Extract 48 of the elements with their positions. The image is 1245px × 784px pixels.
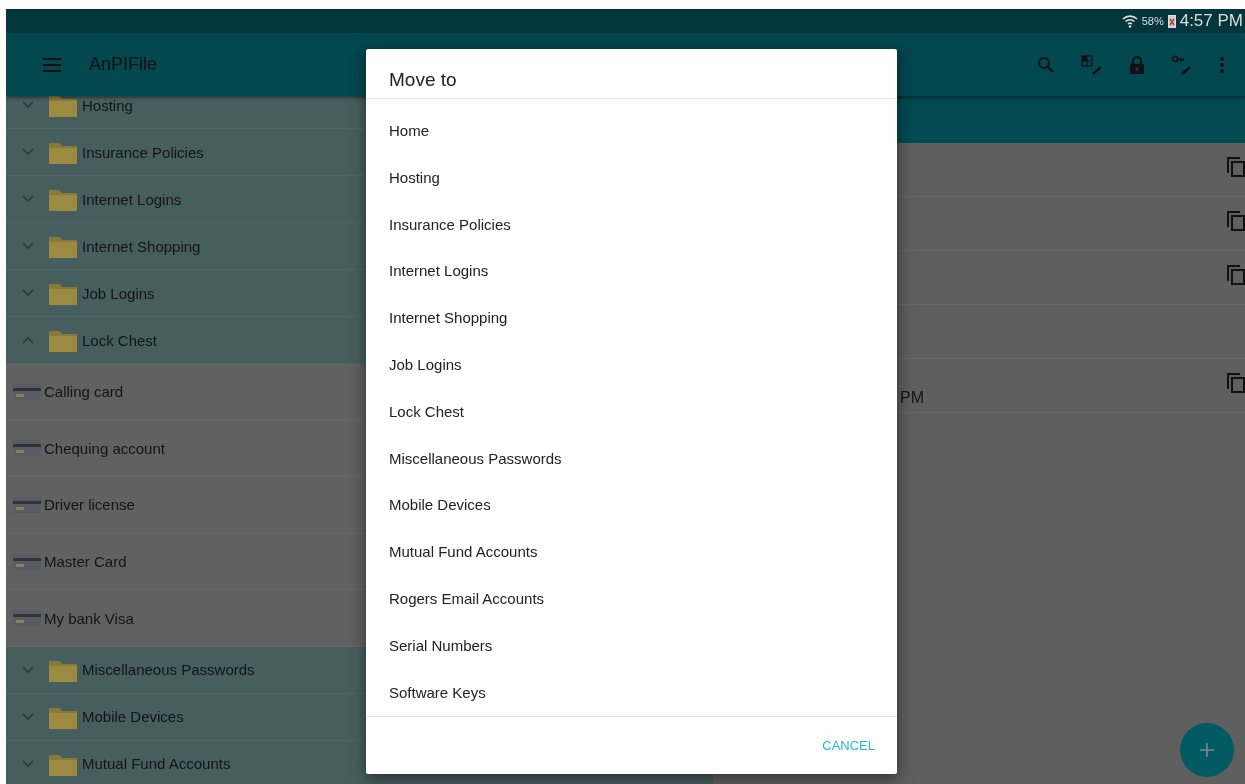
battery-percent: 58% (1141, 15, 1164, 27)
copy-icon[interactable] (1227, 265, 1245, 285)
chevron-down-icon[interactable] (22, 665, 34, 674)
chevron-down-icon[interactable] (22, 759, 34, 768)
chevron-down-icon[interactable] (22, 289, 34, 297)
entry-label: Master Card (44, 553, 127, 571)
copy-icon[interactable] (1227, 211, 1245, 231)
add-fab-icon[interactable] (1179, 722, 1235, 778)
entry-label: Calling card (44, 383, 124, 401)
chevron-down-icon[interactable] (22, 101, 34, 109)
folder-label: Insurance Policies (82, 143, 204, 161)
entry-label: Chequing account (44, 439, 165, 457)
cancel-button[interactable]: CANCEL (816, 729, 881, 761)
card-icon (12, 608, 42, 629)
menu-icon[interactable] (43, 57, 61, 72)
folder-label: Mobile Devices (82, 708, 184, 726)
chevron-down-icon[interactable] (22, 148, 34, 156)
card-icon (12, 438, 42, 459)
entry-label: Driver license (44, 496, 135, 514)
battery-icon (1167, 14, 1176, 28)
folder-label: Hosting (82, 96, 133, 114)
folder-label: Internet Logins (82, 190, 182, 208)
card-icon (12, 551, 42, 572)
folder-label: Job Logins (82, 284, 155, 302)
folder-label: Internet Shopping (82, 237, 201, 255)
chevron-down-icon[interactable] (22, 712, 34, 721)
chevron-up-icon[interactable] (22, 336, 34, 344)
field-value: PM (900, 388, 924, 407)
copy-icon[interactable] (1227, 373, 1245, 393)
clock-time: 4:57 PM (1179, 11, 1243, 31)
key-edit-icon[interactable] (1171, 54, 1193, 75)
folder-label: Lock Chest (82, 331, 158, 349)
app-title: AnPIFile (89, 54, 158, 75)
lock-icon[interactable] (1129, 54, 1145, 75)
grid-edit-icon[interactable] (1081, 54, 1103, 75)
card-icon (12, 381, 42, 402)
chevron-down-icon[interactable] (22, 195, 34, 203)
wifi-icon (1121, 13, 1138, 29)
folder-label: Mutual Fund Accounts (82, 755, 231, 773)
more-icon[interactable] (1219, 55, 1225, 74)
copy-icon[interactable] (1227, 157, 1245, 177)
dialog-title: Move to (366, 49, 897, 100)
folder-label: Miscellaneous Passwords (82, 661, 255, 679)
search-icon[interactable] (1037, 55, 1055, 74)
card-icon (12, 495, 42, 515)
chevron-down-icon[interactable] (22, 242, 34, 250)
entry-label: My bank Visa (44, 609, 134, 627)
folder-icon (48, 96, 78, 118)
